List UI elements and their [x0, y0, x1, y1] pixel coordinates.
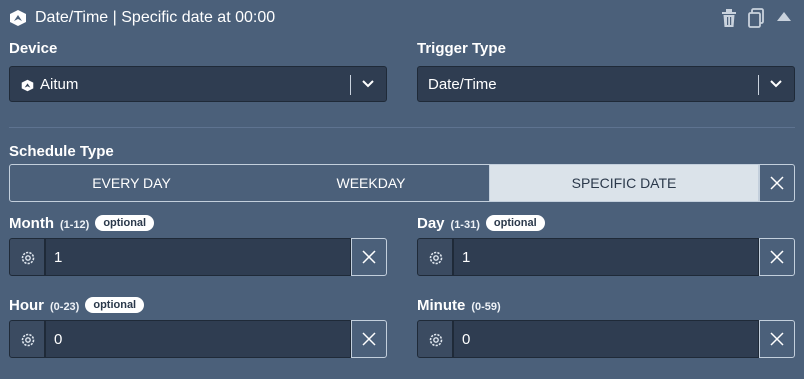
- close-icon: [362, 332, 376, 346]
- chevron-down-icon[interactable]: [361, 79, 375, 89]
- minute-range: (0-59): [471, 301, 501, 313]
- trigger-type-label: Trigger Type: [417, 40, 506, 57]
- minute-label: Minute (0-59): [417, 297, 501, 314]
- gear-icon: [21, 333, 35, 347]
- close-icon: [770, 332, 784, 346]
- month-label: Month (1-12) optional: [9, 215, 155, 232]
- device-value: Aitum: [40, 76, 79, 93]
- aitum-device-icon: [21, 79, 34, 92]
- optional-badge: optional: [95, 215, 155, 231]
- trigger-type-select[interactable]: Date/Time: [417, 66, 795, 102]
- gear-icon: [429, 251, 443, 265]
- day-label: Day (1-31) optional: [417, 215, 545, 232]
- clear-schedule-button[interactable]: [759, 164, 795, 202]
- gear-icon: [21, 251, 35, 265]
- minute-input[interactable]: 0: [453, 320, 759, 358]
- gear-icon: [429, 333, 443, 347]
- device-select[interactable]: Aitum: [9, 66, 387, 102]
- optional-badge: optional: [85, 297, 145, 313]
- clear-hour-button[interactable]: [351, 320, 387, 358]
- clear-day-button[interactable]: [759, 238, 795, 276]
- month-value: 1: [54, 249, 63, 266]
- hour-label: Hour (0-23) optional: [9, 297, 145, 314]
- schedule-option-every-day[interactable]: EVERY DAY: [9, 164, 254, 202]
- select-separator: [758, 75, 759, 95]
- close-icon: [770, 250, 784, 264]
- optional-badge: optional: [485, 215, 545, 231]
- schedule-type-label: Schedule Type: [9, 143, 114, 160]
- month-settings-button[interactable]: [9, 238, 45, 276]
- panel-title: Date/Time | Specific date at 00:00: [35, 9, 276, 26]
- minute-label-text: Minute: [417, 297, 466, 314]
- chevron-down-icon[interactable]: [769, 79, 783, 89]
- aitum-logo-icon: [10, 10, 26, 26]
- device-label: Device: [9, 40, 58, 57]
- copy-icon[interactable]: [746, 7, 766, 29]
- trigger-type-value: Date/Time: [428, 76, 497, 93]
- month-range: (1-12): [59, 219, 90, 231]
- day-input[interactable]: 1: [453, 238, 759, 276]
- minute-settings-button[interactable]: [417, 320, 453, 358]
- hour-value: 0: [54, 331, 63, 348]
- section-divider: [9, 127, 795, 128]
- panel-header: Date/Time | Specific date at 00:00: [0, 0, 804, 36]
- hour-settings-button[interactable]: [9, 320, 45, 358]
- trash-icon[interactable]: [719, 7, 739, 29]
- minute-value: 0: [462, 331, 471, 348]
- day-label-text: Day: [417, 215, 445, 232]
- clear-minute-button[interactable]: [759, 320, 795, 358]
- hour-label-text: Hour: [9, 297, 44, 314]
- schedule-option-weekday[interactable]: WEEKDAY: [253, 164, 490, 202]
- schedule-option-specific-date[interactable]: SPECIFIC DATE: [489, 164, 759, 202]
- day-value: 1: [462, 249, 471, 266]
- clear-month-button[interactable]: [351, 238, 387, 276]
- close-icon: [362, 250, 376, 264]
- hour-range: (0-23): [50, 301, 80, 313]
- month-label-text: Month: [9, 215, 54, 232]
- day-settings-button[interactable]: [417, 238, 453, 276]
- select-separator: [350, 75, 351, 95]
- hour-input[interactable]: 0: [45, 320, 351, 358]
- day-range: (1-31): [450, 219, 480, 231]
- collapse-icon[interactable]: [774, 7, 794, 29]
- month-input[interactable]: 1: [45, 238, 351, 276]
- close-icon: [770, 176, 784, 190]
- trigger-panel: Date/Time | Specific date at 00:00 Devic…: [0, 0, 804, 379]
